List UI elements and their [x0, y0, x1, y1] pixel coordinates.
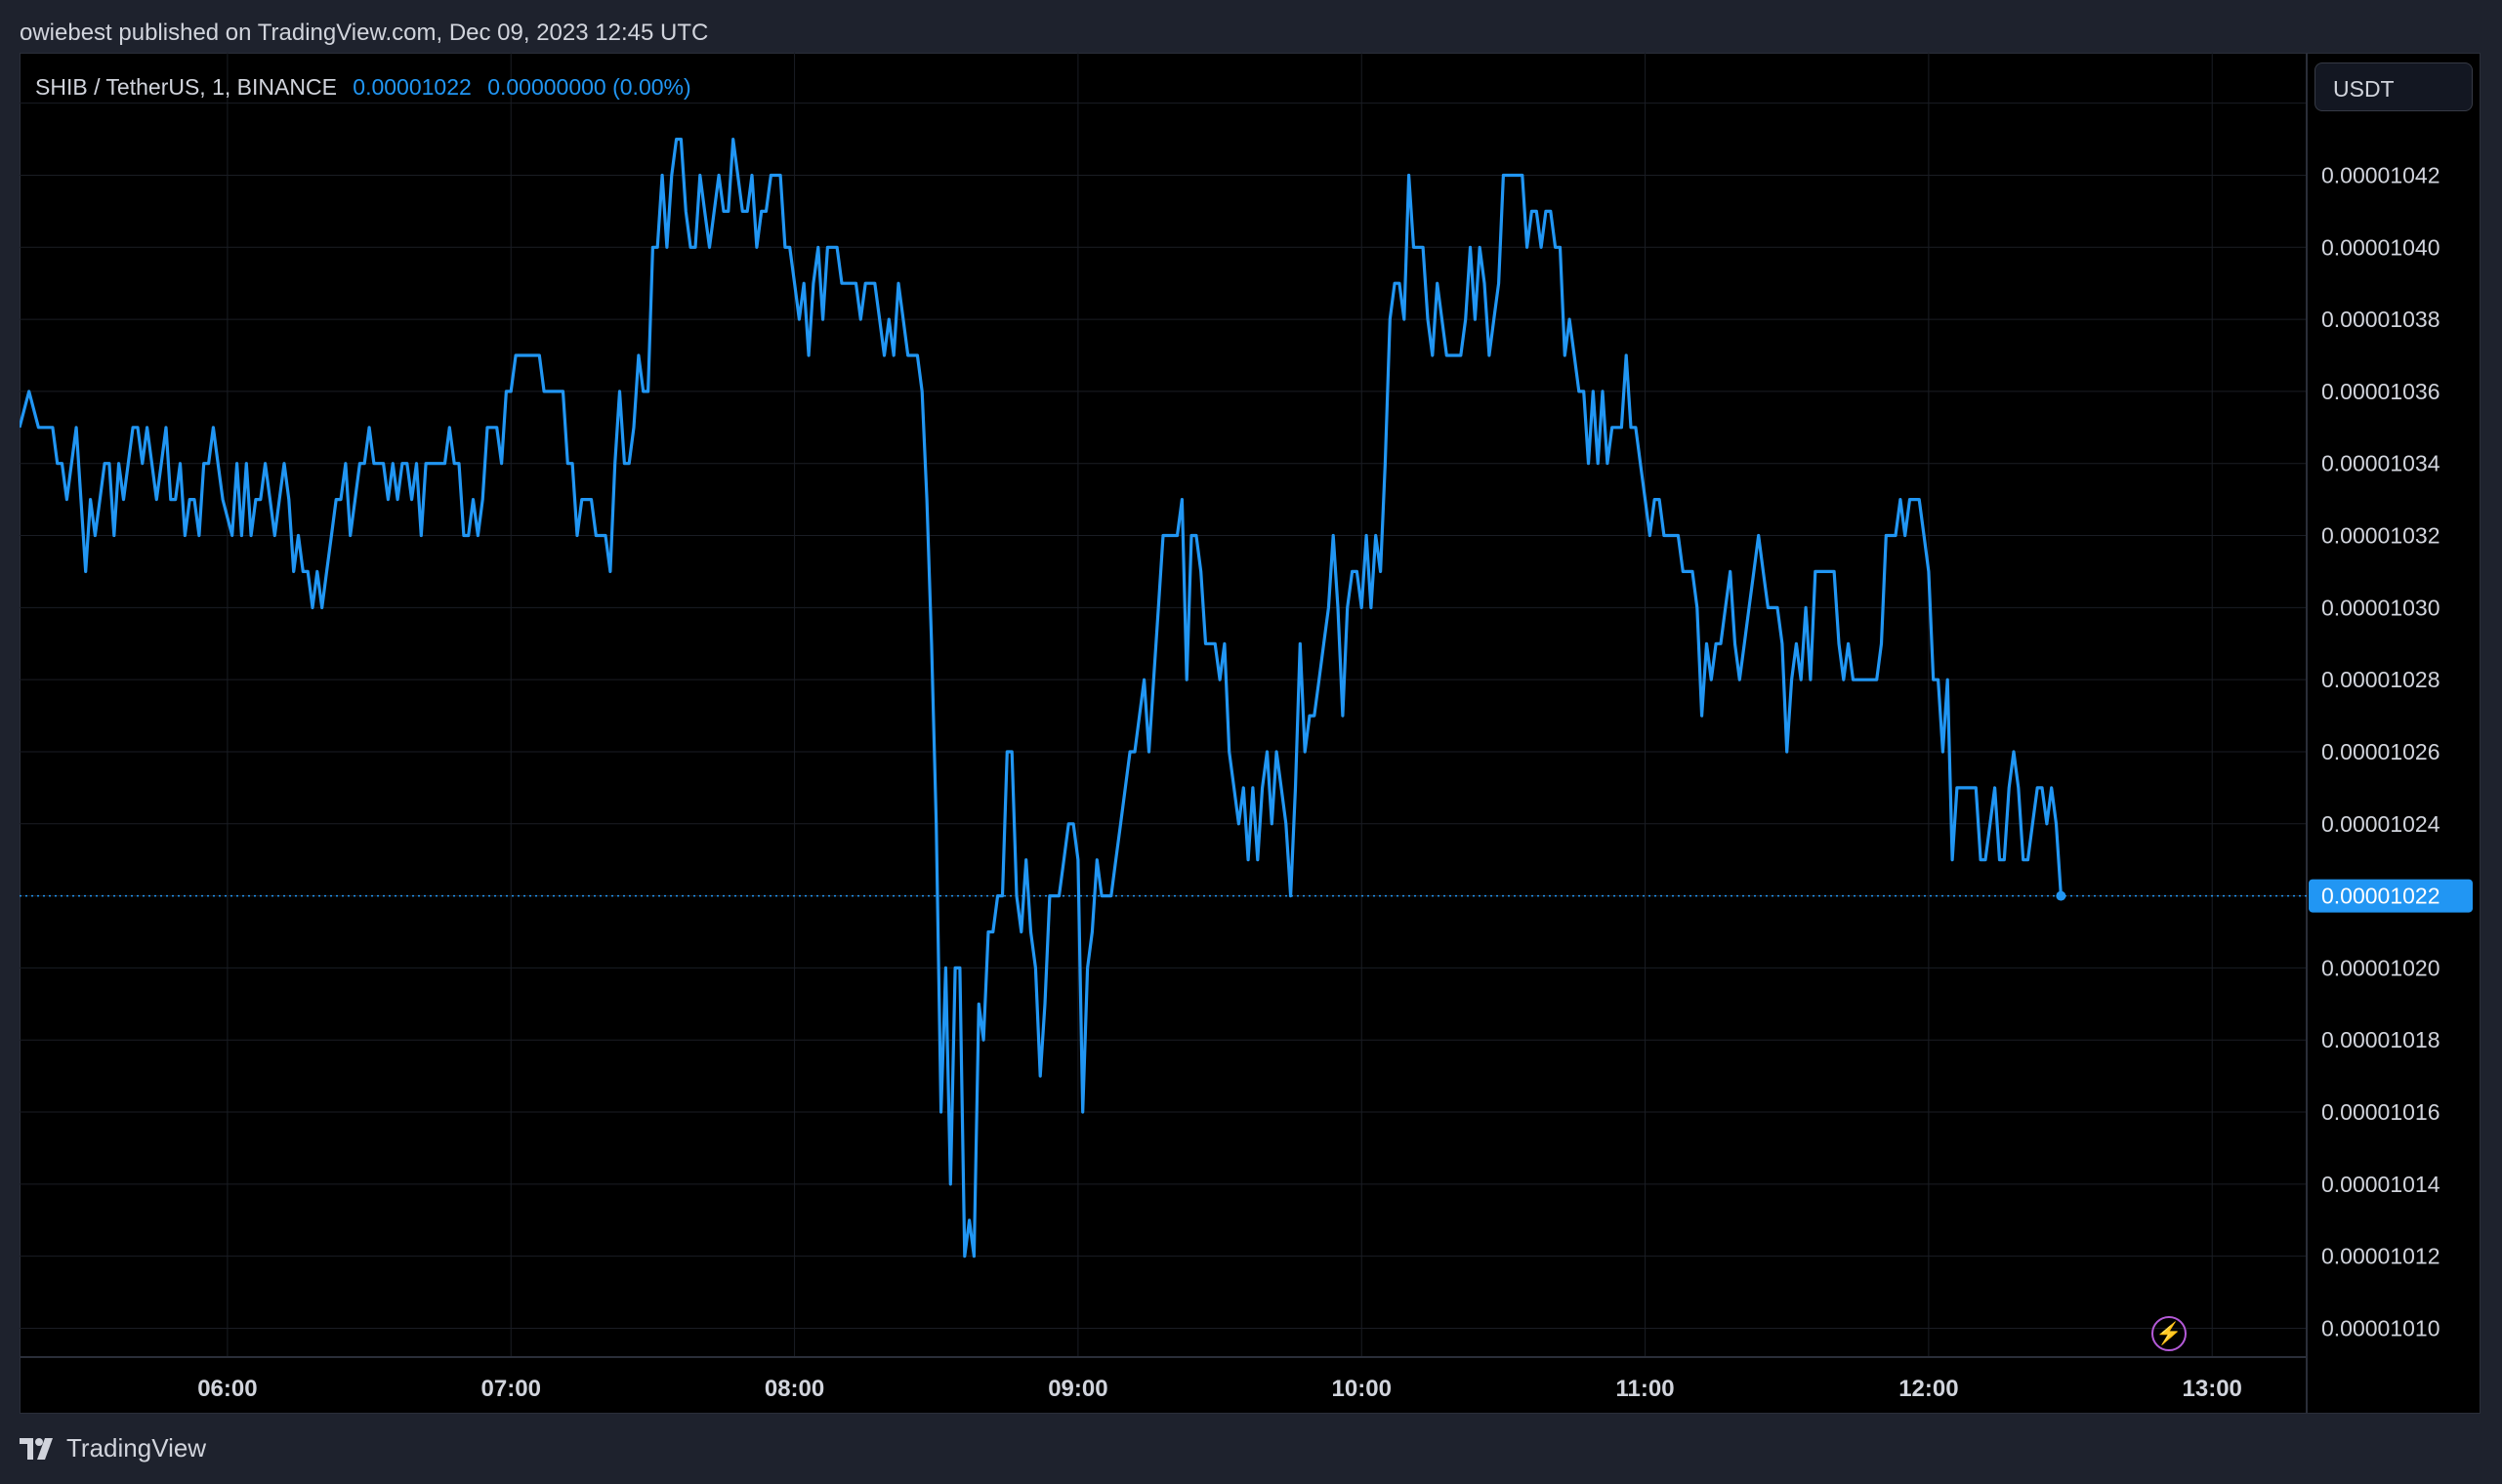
x-tick-label: 07:00: [481, 1376, 541, 1402]
y-tick-label: 0.00001016: [2321, 1099, 2440, 1125]
legend-symbol[interactable]: SHIB / TetherUS, 1, BINANCE: [35, 74, 337, 100]
y-tick-label: 0.00001038: [2321, 307, 2440, 332]
x-tick-label: 09:00: [1048, 1376, 1107, 1402]
y-tick-label: 0.00001028: [2321, 667, 2440, 692]
chart-grid: [20, 53, 2307, 1357]
x-tick-label: 13:00: [2183, 1376, 2242, 1402]
currency-button[interactable]: USDT: [2314, 62, 2473, 111]
price-axis[interactable]: 0.00001010 0.00001012 0.00001014 0.00001016…: [2321, 91, 2440, 1341]
y-tick-label: 0.00001030: [2321, 595, 2440, 620]
chart-legend: SHIB / TetherUS, 1, BINANCE 0.00001022 0…: [35, 74, 691, 101]
publisher-line: owiebest published on TradingView.com, D…: [20, 20, 709, 46]
x-tick-label: 12:00: [1898, 1376, 1958, 1402]
x-tick-label: 11:00: [1616, 1376, 1675, 1402]
y-tick-label: 0.00001042: [2321, 162, 2440, 187]
last-price-label: 0.00001022: [2309, 879, 2473, 913]
y-tick-label: 0.00001024: [2321, 811, 2440, 837]
x-tick-label: 08:00: [765, 1376, 824, 1402]
price-chart[interactable]: 0.00001010 0.00001012 0.00001014 0.00001016…: [20, 53, 2481, 1414]
time-axis[interactable]: 06:00 07:00 08:00 09:00 10:00 11:00 12:00 13:00: [197, 1376, 2242, 1402]
y-tick-label: 0.00001026: [2321, 739, 2440, 764]
y-tick-label: 0.00001014: [2321, 1172, 2440, 1197]
series-price-line: [20, 137, 2063, 1258]
y-tick-label: 0.00001032: [2321, 523, 2440, 549]
footer-brand[interactable]: TradingView: [66, 1433, 206, 1463]
footer: TradingView: [20, 1433, 206, 1463]
legend-last-price: 0.00001022: [353, 74, 472, 100]
y-tick-label: 0.00001010: [2321, 1315, 2440, 1340]
x-tick-label: 06:00: [197, 1376, 257, 1402]
y-tick-label: 0.00001034: [2321, 451, 2440, 476]
y-tick-label: 0.00001040: [2321, 234, 2440, 260]
y-tick-label: 0.00001036: [2321, 379, 2440, 404]
last-price-dot: [2056, 890, 2066, 901]
y-tick-label: 0.00001020: [2321, 955, 2440, 980]
alert-bolt-icon[interactable]: ⚡: [2151, 1316, 2187, 1351]
tradingview-logo-icon[interactable]: [20, 1436, 59, 1462]
y-tick-label: 0.00001012: [2321, 1244, 2440, 1269]
y-tick-label: 0.00001018: [2321, 1027, 2440, 1052]
legend-change: 0.00000000 (0.00%): [487, 74, 691, 100]
last-price-label-text: 0.00001022: [2321, 884, 2440, 909]
x-tick-label: 10:00: [1332, 1376, 1392, 1402]
